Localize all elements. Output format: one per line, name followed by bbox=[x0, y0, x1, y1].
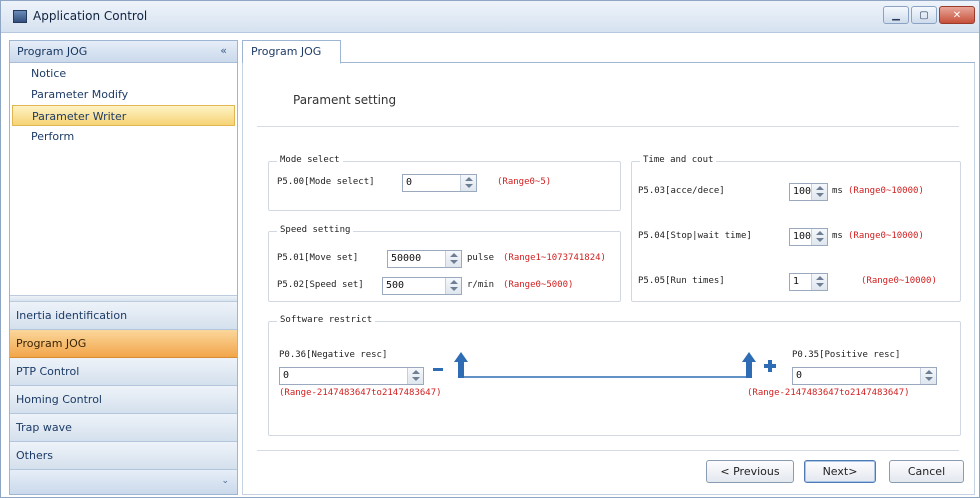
content-panel: Parament setting Mode select P5.00[Mode … bbox=[242, 63, 975, 495]
p504-unit: ms bbox=[832, 231, 843, 241]
positive-resc-range: (Range-2147483647to2147483647) bbox=[747, 388, 910, 398]
p503-value: 100 bbox=[793, 186, 812, 197]
group-title: Time and cout bbox=[640, 155, 717, 165]
p500-range: (Range0~5) bbox=[497, 177, 552, 187]
sidebar-footer[interactable]: ⌄ bbox=[10, 469, 237, 494]
mode-select-group: Mode select P5.00[Mode select] 0 (Range0… bbox=[268, 155, 621, 211]
nav-homing-control[interactable]: Homing Control bbox=[10, 386, 237, 414]
spin-arrows-icon[interactable] bbox=[445, 278, 461, 294]
spin-arrows-icon[interactable] bbox=[407, 368, 423, 384]
title-bar: Application Control ▁ ▢ ✕ bbox=[1, 1, 979, 33]
p504-value: 100 bbox=[793, 231, 812, 242]
app-icon bbox=[13, 10, 27, 23]
negative-resc-range: (Range-2147483647to2147483647) bbox=[279, 388, 442, 398]
window-title: Application Control bbox=[33, 9, 148, 23]
positive-resc-value: 0 bbox=[796, 370, 803, 381]
speed-setting-group: Speed setting P5.01[Move set] 50000 puls… bbox=[268, 225, 621, 302]
p505-spinbox[interactable]: 1 bbox=[789, 273, 828, 291]
tab-bar: Program JOG bbox=[242, 40, 975, 64]
negative-limit-arrow-icon bbox=[454, 352, 468, 378]
travel-range-diagram bbox=[433, 352, 776, 378]
next-button[interactable]: Next> bbox=[804, 460, 876, 483]
p502-label: P5.02[Speed set] bbox=[277, 280, 364, 290]
p502-spinbox[interactable]: 500 bbox=[382, 277, 462, 295]
plus-icon bbox=[764, 360, 776, 372]
group-title: Speed setting bbox=[277, 225, 354, 235]
p501-range: (Range1~1073741824) bbox=[503, 253, 606, 263]
divider bbox=[257, 126, 959, 127]
divider bbox=[257, 450, 959, 451]
spin-arrows-icon[interactable] bbox=[811, 274, 827, 290]
spin-arrows-icon[interactable] bbox=[811, 184, 827, 200]
spin-arrows-icon[interactable] bbox=[460, 175, 476, 191]
nav-ptp-control[interactable]: PTP Control bbox=[10, 358, 237, 386]
maximize-button[interactable]: ▢ bbox=[911, 6, 937, 24]
tab-program-jog[interactable]: Program JOG bbox=[242, 40, 341, 64]
p503-label: P5.03[acce/dece] bbox=[638, 186, 725, 196]
sidebar-item-parameter-modify[interactable]: Parameter Modify bbox=[10, 84, 237, 105]
sidebar-header: Program JOG « bbox=[10, 41, 237, 63]
previous-button[interactable]: < Previous bbox=[706, 460, 794, 483]
group-title: Mode select bbox=[277, 155, 343, 165]
p500-label: P5.00[Mode select] bbox=[277, 177, 375, 187]
p500-spinbox[interactable]: 0 bbox=[402, 174, 477, 192]
p502-value: 500 bbox=[386, 280, 405, 291]
p505-range: (Range0~10000) bbox=[861, 276, 937, 286]
spin-arrows-icon[interactable] bbox=[445, 251, 461, 267]
p500-value: 0 bbox=[406, 177, 413, 188]
nav-program-jog[interactable]: Program JOG bbox=[10, 330, 237, 358]
close-icon: ✕ bbox=[952, 9, 962, 21]
p501-spinbox[interactable]: 50000 bbox=[387, 250, 462, 268]
nav-inertia-identification[interactable]: Inertia identification bbox=[10, 302, 237, 330]
p502-unit: r/min bbox=[467, 280, 495, 290]
p501-label: P5.01[Move set] bbox=[277, 253, 359, 263]
sidebar-item-parameter-writer[interactable]: Parameter Writer bbox=[12, 105, 235, 126]
sidebar-header-label: Program JOG bbox=[17, 45, 88, 58]
spin-arrows-icon[interactable] bbox=[920, 368, 936, 384]
sidebar: Program JOG « Notice Parameter Modify Pa… bbox=[9, 40, 238, 495]
minimize-button[interactable]: ▁ bbox=[883, 6, 909, 24]
p502-range: (Range0~5000) bbox=[503, 280, 574, 290]
p503-spinbox[interactable]: 100 bbox=[789, 183, 828, 201]
p503-unit: ms bbox=[832, 186, 843, 196]
page-heading: Parament setting bbox=[293, 93, 397, 107]
p503-range: (Range0~10000) bbox=[848, 186, 924, 196]
negative-resc-label: P0.36[Negative resc] bbox=[279, 350, 388, 360]
cancel-button[interactable]: Cancel bbox=[889, 460, 964, 483]
p504-label: P5.04[Stop|wait time] bbox=[638, 231, 752, 241]
p501-value: 50000 bbox=[391, 253, 422, 264]
sidebar-item-notice[interactable]: Notice bbox=[10, 63, 237, 84]
application-window: Application Control ▁ ▢ ✕ Program JOG « … bbox=[0, 0, 980, 498]
group-title: Software restrict bbox=[277, 315, 376, 325]
chevron-down-icon: ⌄ bbox=[221, 476, 229, 486]
collapse-icon[interactable]: « bbox=[220, 44, 227, 57]
positive-resc-label: P0.35[Positive resc] bbox=[792, 350, 901, 360]
positive-resc-spinbox[interactable]: 0 bbox=[792, 367, 937, 385]
p501-unit: pulse bbox=[467, 253, 495, 263]
software-restrict-group: Software restrict P0.36[Negative resc] 0… bbox=[268, 315, 961, 436]
negative-resc-spinbox[interactable]: 0 bbox=[279, 367, 424, 385]
sidebar-splitter[interactable] bbox=[10, 295, 237, 302]
p505-value: 1 bbox=[793, 276, 800, 287]
nav-trap-wave[interactable]: Trap wave bbox=[10, 414, 237, 442]
sidebar-item-perform[interactable]: Perform bbox=[10, 126, 237, 147]
minimize-icon: ▁ bbox=[892, 9, 900, 21]
minus-icon bbox=[433, 368, 443, 371]
maximize-icon: ▢ bbox=[919, 9, 929, 21]
negative-resc-value: 0 bbox=[283, 370, 290, 381]
positive-limit-arrow-icon bbox=[742, 352, 756, 378]
nav-others[interactable]: Others bbox=[10, 442, 237, 470]
time-and-cout-group: Time and cout P5.03[acce/dece] 100 ms (R… bbox=[631, 155, 961, 302]
close-button[interactable]: ✕ bbox=[939, 6, 975, 24]
p505-label: P5.05[Run times] bbox=[638, 276, 725, 286]
spin-arrows-icon[interactable] bbox=[811, 229, 827, 245]
window-controls: ▁ ▢ ✕ bbox=[883, 6, 975, 24]
p504-range: (Range0~10000) bbox=[848, 231, 924, 241]
p504-spinbox[interactable]: 100 bbox=[789, 228, 828, 246]
